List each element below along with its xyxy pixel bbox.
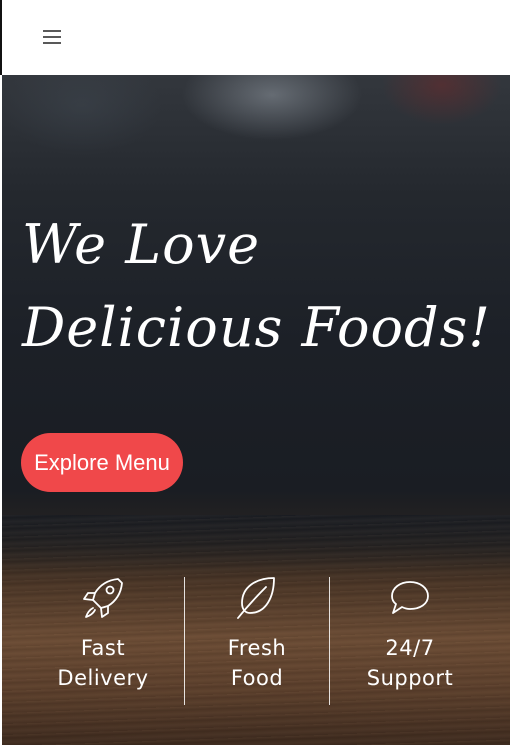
menu-toggle-button[interactable] — [40, 26, 64, 48]
hamburger-menu-icon — [43, 30, 61, 44]
top-navbar — [0, 0, 510, 75]
feature-divider — [329, 577, 330, 705]
speech-bubble-icon — [391, 581, 429, 614]
leaf-icon — [237, 577, 275, 619]
features-row: Fast Delivery Fresh Food 24/7 Support — [2, 575, 510, 707]
hero-title-line-1: We Love — [22, 213, 261, 276]
feature-label-line-1: Fresh — [227, 636, 287, 660]
feature-label-line-2: Support — [366, 666, 454, 690]
explore-menu-button[interactable]: Explore Menu — [21, 433, 183, 492]
hero-section: We Love Delicious Foods! Explore Menu Fa… — [2, 75, 510, 745]
rocket-icon — [83, 578, 123, 618]
feature-fast-delivery: Fast Delivery — [32, 575, 174, 707]
feature-label-fresh-food: Fresh Food — [185, 633, 329, 693]
feature-label-fast-delivery: Fast Delivery — [32, 633, 174, 693]
feature-label-line-1: 24/7 — [385, 636, 435, 660]
feature-label-line-2: Delivery — [57, 666, 149, 690]
feature-label-support: 24/7 Support — [335, 633, 485, 693]
hero-title-line-2: Delicious Foods! — [22, 296, 491, 359]
feature-label-line-2: Food — [230, 666, 284, 690]
hero-title: We Love Delicious Foods! — [22, 203, 492, 369]
feature-label-line-1: Fast — [80, 636, 126, 660]
feature-fresh-food: Fresh Food — [185, 575, 329, 707]
feature-support: 24/7 Support — [335, 575, 485, 707]
